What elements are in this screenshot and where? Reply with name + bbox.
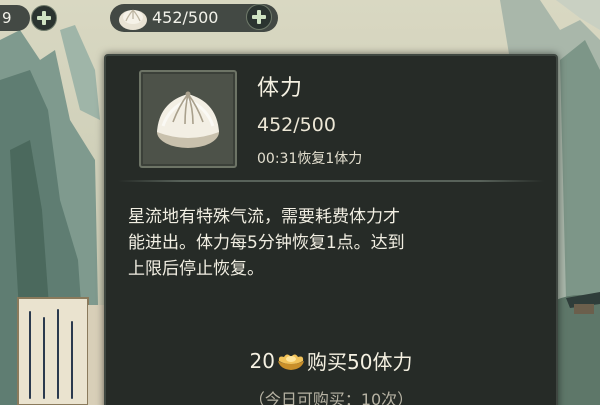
left-resource-counter: 9 — [0, 5, 30, 31]
plus-icon — [37, 11, 51, 25]
item-description: 星流地有特殊气流，需要耗费体力才 能进出。体力每5分钟恢复1点。达到 上限后停止… — [128, 204, 548, 282]
stamina-value: 452/500 — [152, 8, 219, 27]
buy-cost: 20 — [249, 348, 275, 373]
stamina-tooltip-panel: 体力 452/500 00:31恢复1体力 星流地有特殊气流，需要耗费体力才 能… — [104, 54, 558, 405]
item-amount: 452/500 — [257, 114, 336, 136]
plus-icon — [252, 10, 266, 24]
description-line: 能进出。体力每5分钟恢复1点。达到 — [128, 233, 405, 253]
buy-stamina-button[interactable]: 20 购买50体力 — [106, 346, 556, 376]
description-line: 上限后停止恢复。 — [128, 259, 264, 279]
add-stamina-button[interactable] — [246, 4, 272, 30]
daily-purchase-limit: （今日可购买：10次） — [248, 390, 414, 405]
add-left-resource-button[interactable] — [31, 5, 57, 31]
gold-ingot-icon — [278, 354, 304, 370]
steamed-bun-icon — [157, 91, 219, 148]
item-title: 体力 — [257, 76, 304, 101]
buy-label: 购买50体力 — [307, 350, 413, 374]
divider — [118, 180, 544, 182]
description-line: 星流地有特殊气流，需要耗费体力才 — [128, 207, 400, 227]
resource-bar: 9 452/500 — [0, 0, 600, 36]
steamed-bun-icon — [119, 9, 147, 30]
regen-timer: 00:31恢复1体力 — [257, 151, 363, 167]
item-icon-frame — [139, 70, 237, 168]
